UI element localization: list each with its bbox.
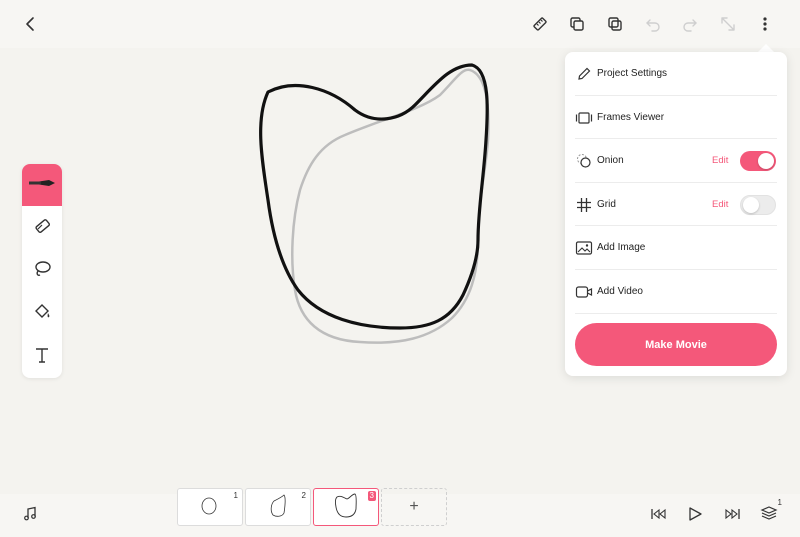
fill-tool[interactable]: [22, 293, 62, 335]
bucket-icon: [32, 302, 52, 327]
onion-toggle[interactable]: [740, 150, 776, 171]
redo-icon[interactable]: [676, 10, 704, 38]
frame-number: 1: [233, 491, 238, 500]
toggle-knob: [743, 196, 759, 213]
duplicate-frame-icon[interactable]: [563, 10, 591, 38]
lasso-icon: [32, 259, 52, 284]
grid-edit-link[interactable]: Edit: [712, 199, 728, 210]
text-tool[interactable]: [22, 336, 62, 378]
make-movie-button[interactable]: Make Movie: [575, 323, 777, 366]
pen-icon: [27, 176, 57, 194]
top-bar: [0, 0, 800, 48]
menu-item-label: Add Video: [597, 286, 643, 297]
layer-count: 1: [777, 498, 782, 507]
frame-number: 2: [301, 491, 306, 500]
frame-thumbnail-2[interactable]: 2: [245, 488, 311, 526]
menu-item-label: Onion: [597, 155, 624, 166]
expand-icon[interactable]: [714, 10, 742, 38]
menu-item-label: Frames Viewer: [597, 112, 665, 123]
menu-item-grid[interactable]: Grid Edit: [565, 183, 787, 226]
toggle-knob: [758, 152, 774, 169]
onion-icon: [575, 152, 593, 170]
menu-item-add-video[interactable]: Add Video: [565, 270, 787, 313]
skip-end-icon[interactable]: [719, 500, 747, 528]
menu-item-label: Project Settings: [597, 68, 668, 79]
frames-icon: [575, 109, 593, 127]
video-icon: [575, 283, 593, 301]
menu-item-project-settings[interactable]: Project Settings: [565, 52, 787, 95]
more-menu: Project Settings Frames Viewer Onion Edi…: [565, 52, 787, 376]
grid-icon: [575, 196, 593, 214]
eraser-icon: [32, 216, 52, 241]
frame-thumbnail-1[interactable]: 1: [177, 488, 243, 526]
tool-palette: [22, 164, 62, 378]
back-arrow-icon[interactable]: [16, 10, 44, 38]
onion-edit-link[interactable]: Edit: [712, 155, 728, 166]
menu-item-add-image[interactable]: Add Image: [565, 226, 787, 269]
copy-icon[interactable]: [601, 10, 629, 38]
add-frame-button[interactable]: +: [381, 488, 447, 526]
text-icon: [32, 345, 52, 370]
music-icon[interactable]: [16, 500, 44, 528]
image-icon: [575, 239, 593, 257]
frame-number: 3: [367, 491, 376, 501]
divider: [575, 313, 777, 314]
menu-item-label: Grid: [597, 199, 616, 210]
pen-tool[interactable]: [22, 164, 62, 206]
menu-item-onion[interactable]: Onion Edit: [565, 139, 787, 182]
undo-icon[interactable]: [639, 10, 667, 38]
frame-thumbnail-3[interactable]: 3: [313, 488, 379, 526]
eraser-tool[interactable]: [22, 207, 62, 249]
ruler-icon[interactable]: [526, 10, 554, 38]
play-icon[interactable]: [681, 500, 709, 528]
pencil-icon: [575, 65, 593, 83]
menu-item-label: Add Image: [597, 242, 646, 253]
skip-start-icon[interactable]: [644, 500, 672, 528]
menu-caret: [758, 44, 774, 52]
lasso-tool[interactable]: [22, 250, 62, 292]
more-icon[interactable]: [751, 10, 779, 38]
layers-icon[interactable]: 1: [756, 498, 784, 526]
grid-toggle[interactable]: [740, 194, 776, 215]
menu-item-frames-viewer[interactable]: Frames Viewer: [565, 96, 787, 139]
